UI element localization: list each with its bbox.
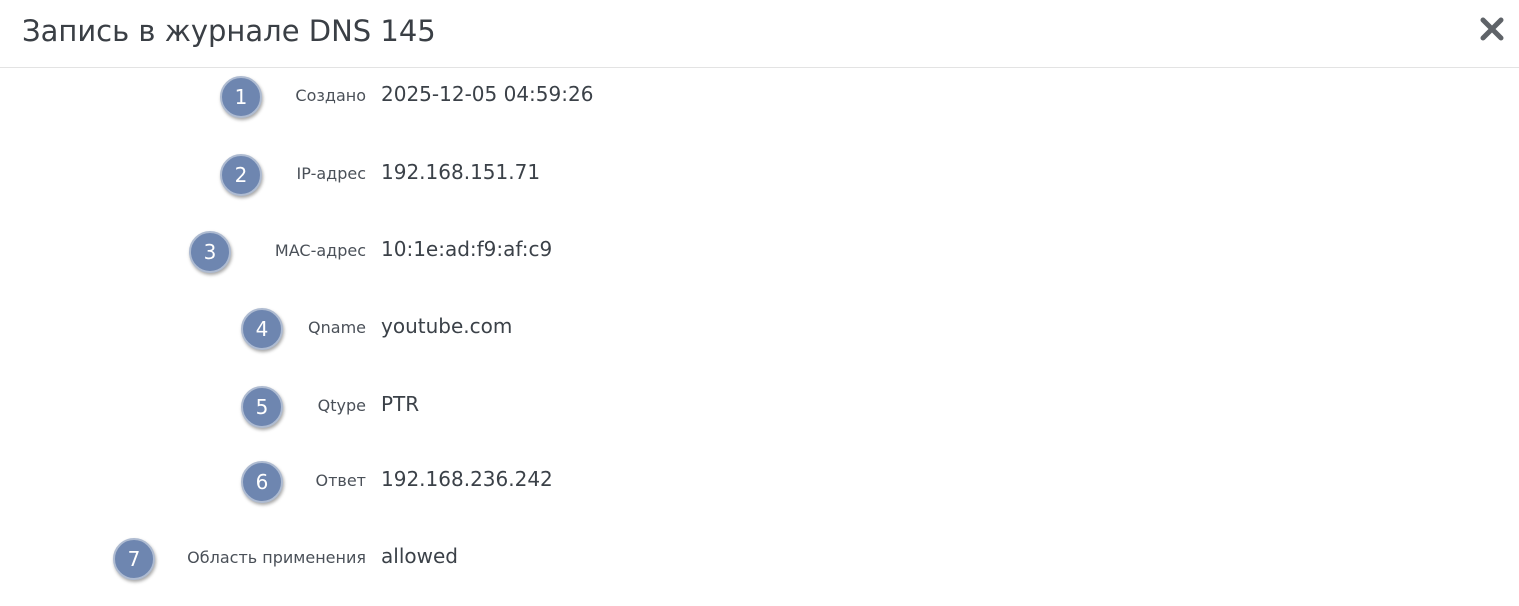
field-label-mac-address: MAC-адрес: [274, 241, 366, 260]
field-label-qname: Qname: [308, 318, 366, 337]
dialog-header: Запись в журнале DNS 145: [0, 0, 1519, 68]
field-value-qname: youtube.com: [381, 314, 513, 338]
step-badge-2: 2: [220, 154, 262, 196]
field-value-created: 2025-12-05 04:59:26: [381, 82, 594, 106]
field-label-ip-address: IP-адрес: [296, 164, 366, 183]
field-row-qname: 4 Qname youtube.com: [0, 308, 1519, 352]
step-badge-5: 5: [241, 386, 283, 428]
step-badge-4: 4: [241, 308, 283, 350]
field-label-qtype: Qtype: [317, 396, 366, 415]
field-value-answer: 192.168.236.242: [381, 467, 553, 491]
field-label-created: Создано: [295, 86, 366, 105]
close-icon: [1480, 17, 1504, 41]
step-badge-1: 1: [220, 76, 262, 118]
close-button[interactable]: [1479, 16, 1505, 42]
dialog-title: Запись в журнале DNS 145: [22, 14, 436, 48]
step-badge-6: 6: [241, 461, 283, 503]
field-label-scope: Область применения: [187, 548, 366, 567]
field-row-ip-address: 2 IP-адрес 192.168.151.71: [0, 154, 1519, 198]
step-badge-7: 7: [113, 538, 155, 580]
field-value-scope: allowed: [381, 544, 458, 568]
field-label-answer: Ответ: [315, 471, 366, 490]
field-value-ip-address: 192.168.151.71: [381, 160, 541, 184]
field-row-answer: 6 Ответ 192.168.236.242: [0, 461, 1519, 505]
field-row-qtype: 5 Qtype PTR: [0, 386, 1519, 430]
field-row-mac-address: 3 MAC-адрес 10:1e:ad:f9:af:c9: [0, 231, 1519, 275]
field-value-qtype: PTR: [381, 392, 420, 416]
field-row-scope: 7 Область применения allowed: [0, 538, 1519, 582]
field-value-mac-address: 10:1e:ad:f9:af:c9: [381, 237, 553, 261]
field-row-created: 1 Создано 2025-12-05 04:59:26: [0, 76, 1519, 120]
step-badge-3: 3: [189, 231, 231, 273]
